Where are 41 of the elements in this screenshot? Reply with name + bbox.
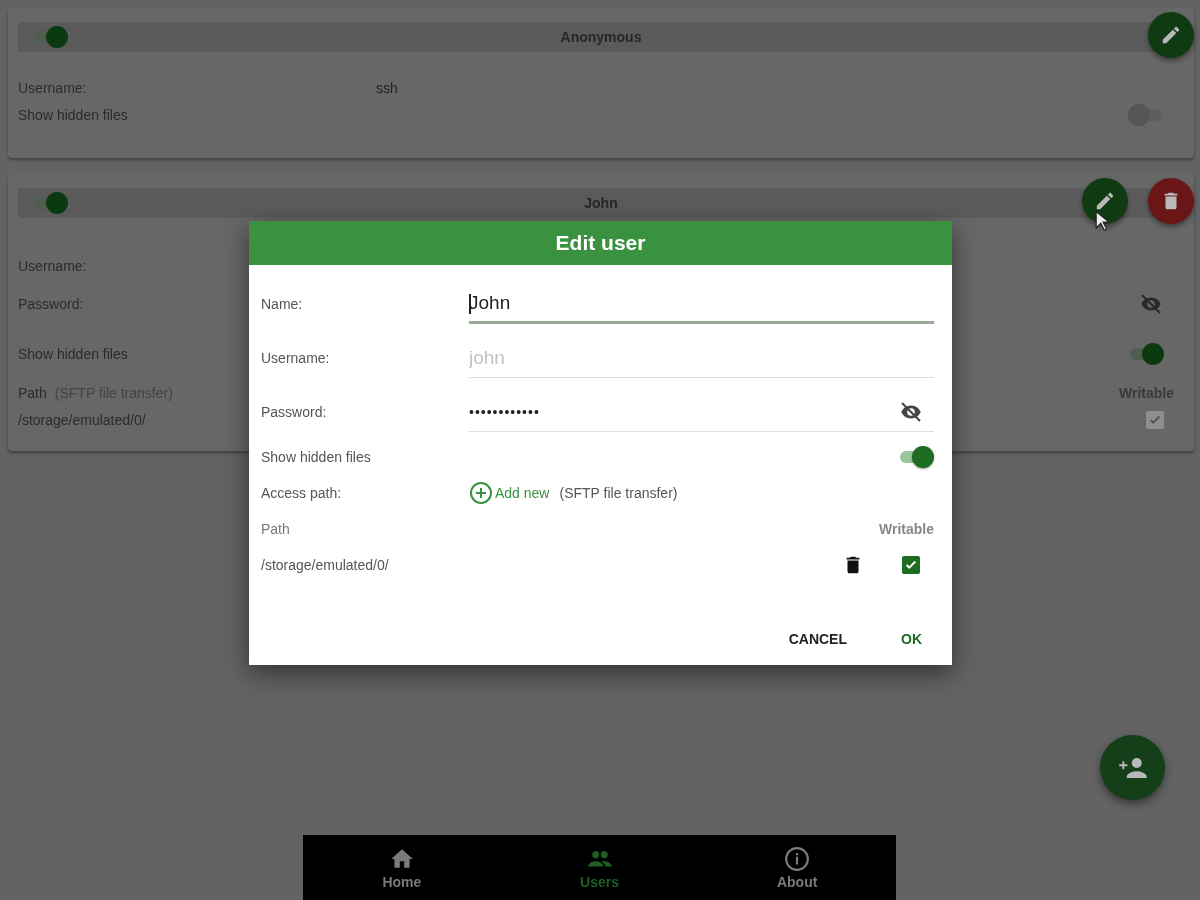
plus-circle-icon: [469, 481, 493, 505]
edit-button[interactable]: [1148, 12, 1194, 58]
toggle-switch[interactable]: [32, 192, 68, 214]
delete-button[interactable]: [1148, 178, 1194, 224]
field-label: Username:: [18, 257, 87, 274]
field-label: Username:: [261, 350, 331, 366]
ok-button[interactable]: OK: [889, 623, 934, 655]
column-header: Path: [261, 521, 290, 537]
checkbox[interactable]: [1146, 410, 1164, 429]
field-label: Show hidden files: [261, 449, 372, 465]
column-header: Writable: [879, 521, 934, 537]
field-label: Password:: [18, 296, 84, 312]
field-label: Username:: [18, 79, 87, 96]
nav-tab[interactable]: About: [698, 835, 896, 900]
eye-off-icon[interactable]: [898, 399, 924, 425]
edit-button[interactable]: [1082, 178, 1128, 224]
pencil-icon: [1094, 190, 1116, 212]
field-label: Name:: [261, 296, 304, 312]
field-label: Show hidden files: [18, 346, 128, 362]
text-field[interactable]: John: [469, 284, 934, 324]
pencil-icon: [1160, 24, 1182, 46]
field-label: Password:: [261, 404, 328, 420]
text-field[interactable]: john: [469, 338, 934, 378]
checkbox[interactable]: [902, 556, 920, 574]
toggle-switch[interactable]: [1128, 343, 1164, 365]
cancel-button[interactable]: CANCEL: [776, 623, 859, 655]
field-label: Show hidden files: [18, 106, 128, 123]
mouse-cursor-icon: [1095, 210, 1109, 232]
field-value: ssh: [376, 79, 398, 96]
path-text: /storage/emulated/0/: [261, 557, 390, 573]
protocol-note: (SFTP file transfer): [559, 485, 678, 501]
info-icon: [784, 845, 811, 872]
dialog-title: Edit user: [249, 221, 952, 265]
toggle-switch[interactable]: [898, 446, 934, 468]
add-user-button[interactable]: [1100, 735, 1165, 800]
nav-tab[interactable]: Home: [303, 835, 501, 900]
toggle-switch[interactable]: [32, 26, 68, 48]
path-text: /storage/emulated/0/: [18, 411, 146, 428]
add-new-link[interactable]: Add new: [469, 481, 550, 505]
field-label: Access path:: [261, 485, 343, 501]
column-header: Path: [18, 384, 47, 401]
